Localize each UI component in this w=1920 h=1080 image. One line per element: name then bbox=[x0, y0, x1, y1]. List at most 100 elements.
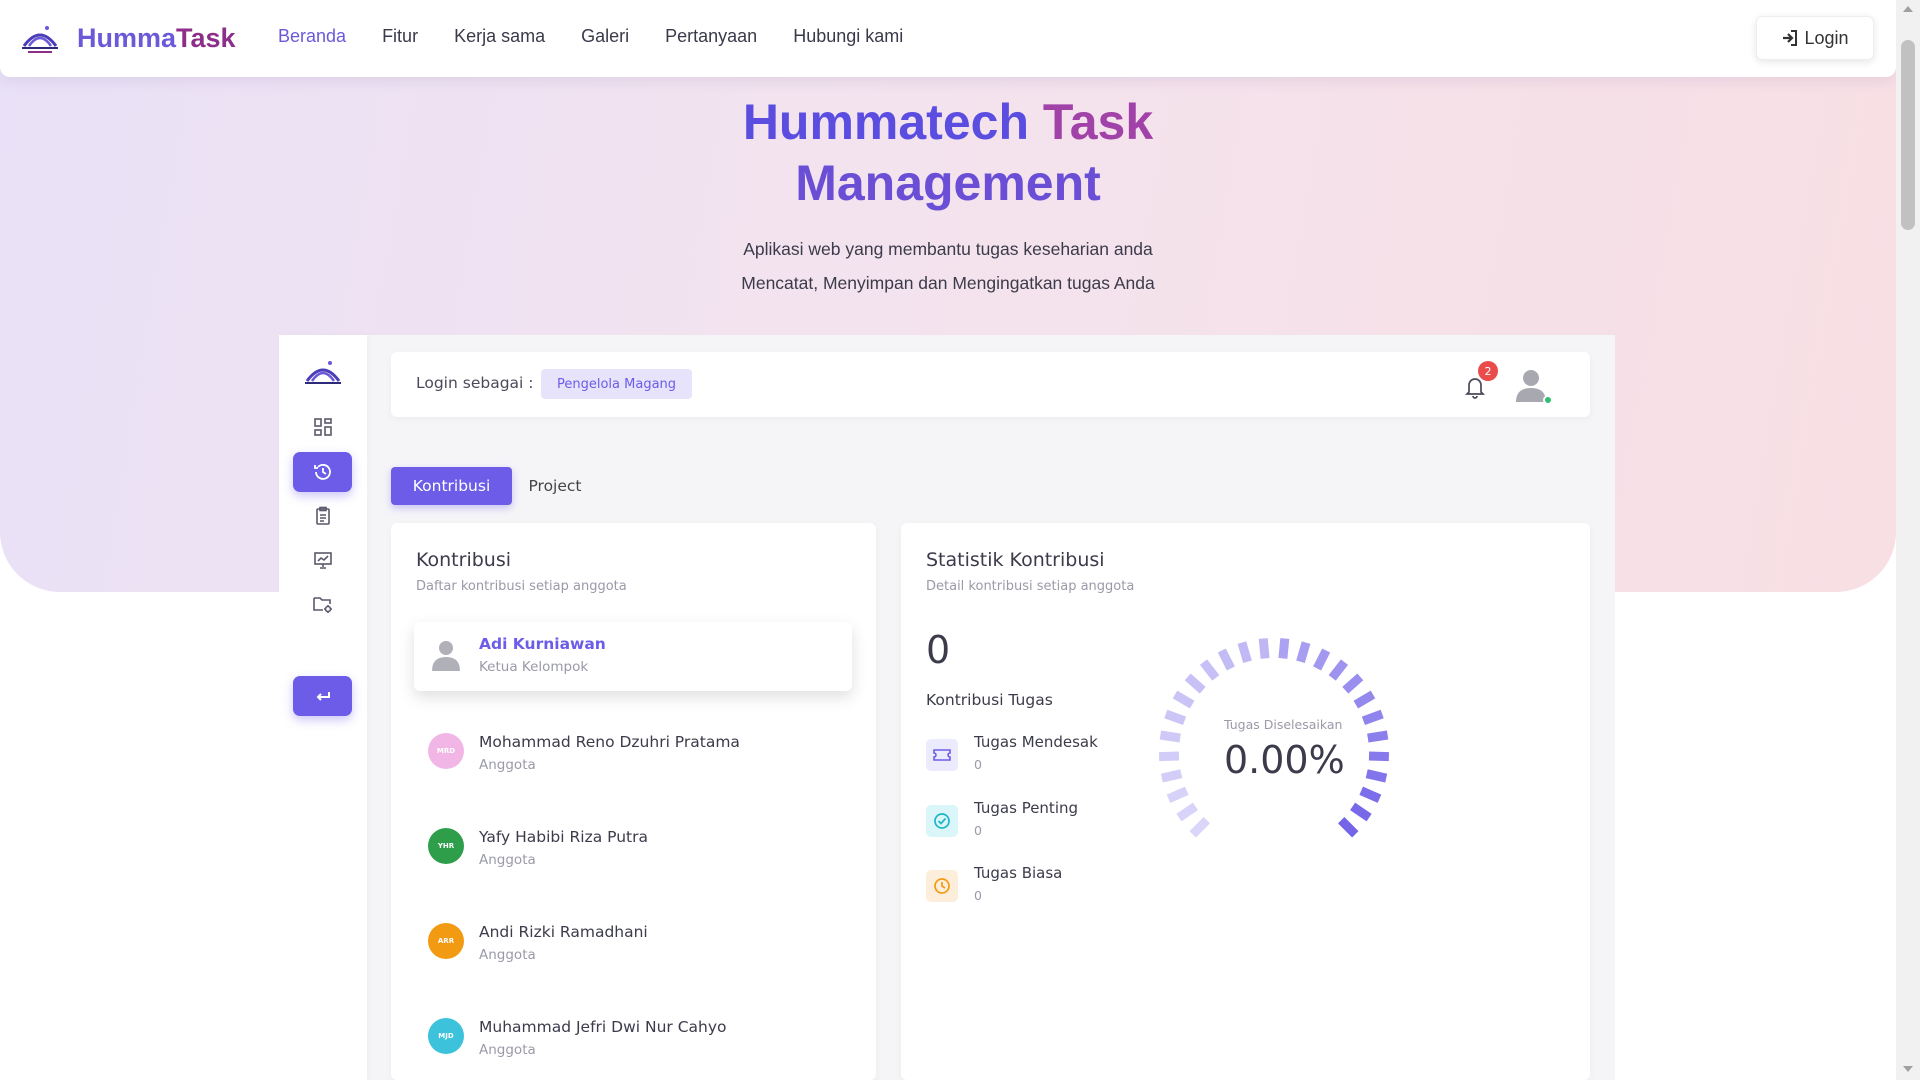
member-item[interactable]: MRD Mohammad Reno Dzuhri Pratama Anggota bbox=[414, 713, 852, 783]
sidebar-presentation-button[interactable] bbox=[293, 540, 352, 580]
tab-project[interactable]: Project bbox=[512, 467, 598, 505]
task-row-penting: Tugas Penting 0 bbox=[926, 799, 1126, 849]
brand-name: HummaTask bbox=[77, 23, 236, 54]
member-name: Yafy Habibi Riza Putra bbox=[479, 828, 648, 846]
member-avatar: YHR bbox=[428, 828, 464, 864]
tab-kontribusi[interactable]: Kontribusi bbox=[391, 467, 512, 505]
page-scrollbar[interactable] bbox=[1896, 0, 1920, 1080]
task-value: 0 bbox=[974, 888, 982, 903]
online-status-dot bbox=[1543, 395, 1553, 405]
notification-count-badge: 2 bbox=[1478, 361, 1498, 381]
sidebar-history-button[interactable] bbox=[293, 452, 352, 492]
gauge-segment bbox=[1189, 817, 1210, 838]
sidebar-folder-settings-button[interactable] bbox=[293, 584, 352, 624]
gauge-segment bbox=[1342, 673, 1364, 694]
hero-title-line2: Management bbox=[795, 155, 1101, 211]
scrollbar-thumb[interactable] bbox=[1901, 40, 1915, 230]
hummatask-logo-icon bbox=[305, 361, 341, 384]
hero-title-part2: Task bbox=[1042, 94, 1154, 150]
member-avatar-placeholder-icon bbox=[432, 641, 460, 671]
hero-title-part1: Hummatech bbox=[742, 94, 1029, 150]
member-item[interactable]: ARR Andi Rizki Ramadhani Anggota bbox=[414, 903, 852, 973]
return-arrow-icon bbox=[316, 692, 330, 701]
task-row-biasa: Tugas Biasa 0 bbox=[926, 864, 1126, 914]
gauge-segment bbox=[1278, 638, 1290, 659]
task-row-mendesak: Tugas Mendesak 0 bbox=[926, 733, 1126, 783]
gauge-segment bbox=[1350, 802, 1372, 822]
history-icon bbox=[313, 464, 331, 480]
member-role: Anggota bbox=[479, 757, 536, 773]
member-role: Anggota bbox=[479, 947, 536, 963]
gauge-segment bbox=[1361, 709, 1384, 726]
dashboard-topbar: Login sebagai : Pengelola Magang 2 bbox=[391, 352, 1590, 417]
sidebar-clipboard-button[interactable] bbox=[293, 496, 352, 536]
sidebar-back-button[interactable] bbox=[293, 676, 352, 716]
sidebar-dashboard-button[interactable] bbox=[293, 407, 352, 447]
contributions-title: Kontribusi bbox=[416, 549, 511, 571]
total-contribution-value: 0 bbox=[926, 628, 951, 672]
gauge-segment bbox=[1313, 648, 1331, 671]
hero-subtitle-line1: Aplikasi web yang membantu tugas kesehar… bbox=[743, 239, 1153, 259]
hero-title: Hummatech Task Management bbox=[0, 92, 1896, 214]
member-avatar: ARR bbox=[428, 923, 464, 959]
gauge-caption: Tugas Diselesaikan bbox=[1224, 717, 1343, 732]
task-name: Tugas Mendesak bbox=[974, 733, 1098, 751]
contributions-subtitle: Daftar kontribusi setiap anggota bbox=[416, 579, 627, 594]
member-role: Anggota bbox=[479, 1042, 536, 1058]
member-name: Adi Kurniawan bbox=[479, 635, 606, 653]
dashboard-preview: Login sebagai : Pengelola Magang 2 Kontr… bbox=[279, 335, 1615, 1080]
gauge-segment bbox=[1176, 802, 1198, 822]
member-name: Muhammad Jefri Dwi Nur Cahyo bbox=[479, 1018, 727, 1036]
gauge-segment bbox=[1365, 769, 1388, 783]
nav-link-pertanyaan[interactable]: Pertanyaan bbox=[665, 26, 757, 47]
statistics-title: Statistik Kontribusi bbox=[926, 549, 1105, 571]
gauge-segment bbox=[1159, 730, 1181, 743]
nav-links: Beranda Fitur Kerja sama Galeri Pertanya… bbox=[278, 26, 939, 47]
brand-name-part2: Task bbox=[176, 22, 236, 53]
ticket-icon bbox=[926, 739, 958, 771]
member-name: Mohammad Reno Dzuhri Pratama bbox=[479, 733, 740, 751]
top-navbar: HummaTask Beranda Fitur Kerja sama Galer… bbox=[0, 0, 1896, 77]
task-value: 0 bbox=[974, 757, 982, 772]
task-name: Tugas Biasa bbox=[974, 864, 1063, 882]
gauge-segment bbox=[1237, 641, 1252, 664]
dashboard-sidebar bbox=[279, 335, 367, 1080]
scroll-down-arrow-icon[interactable] bbox=[1903, 1066, 1913, 1072]
member-avatar: MRD bbox=[428, 733, 464, 769]
hero-title-line1: Hummatech Task bbox=[0, 92, 1896, 153]
member-item[interactable]: MJD Muhammad Jefri Dwi Nur Cahyo Anggota bbox=[414, 998, 852, 1068]
member-role: Ketua Kelompok bbox=[479, 659, 589, 675]
gauge-segment bbox=[1353, 690, 1376, 709]
gauge-segment bbox=[1172, 690, 1195, 709]
scroll-up-arrow-icon[interactable] bbox=[1903, 6, 1913, 12]
login-button[interactable]: Login bbox=[1756, 16, 1874, 60]
member-item[interactable]: YHR Yafy Habibi Riza Putra Anggota bbox=[414, 808, 852, 878]
member-item-highlighted[interactable]: Adi Kurniawan Ketua Kelompok bbox=[414, 622, 852, 691]
nav-link-beranda[interactable]: Beranda bbox=[278, 26, 346, 47]
nav-link-galeri[interactable]: Galeri bbox=[581, 26, 629, 47]
hero-subtitle-line2: Mencatat, Menyimpan dan Mengingatkan tug… bbox=[741, 273, 1155, 293]
gauge-segment bbox=[1328, 659, 1349, 681]
member-name: Andi Rizki Ramadhani bbox=[479, 923, 648, 941]
gauge-segment bbox=[1217, 648, 1235, 671]
gauge-segment bbox=[1184, 673, 1206, 694]
nav-link-fitur[interactable]: Fitur bbox=[382, 26, 418, 47]
nav-link-hubungi-kami[interactable]: Hubungi kami bbox=[793, 26, 903, 47]
check-circle-icon bbox=[926, 805, 958, 837]
contributions-card: Kontribusi Daftar kontribusi setiap angg… bbox=[391, 523, 876, 1080]
login-icon bbox=[1783, 30, 1798, 46]
login-as-label: Login sebagai : bbox=[416, 374, 534, 392]
login-button-label: Login bbox=[1804, 27, 1849, 48]
folder-settings-icon bbox=[312, 597, 332, 613]
statistics-subtitle: Detail kontribusi setiap anggota bbox=[926, 579, 1135, 594]
gauge-segment bbox=[1164, 709, 1187, 726]
gauge-segment bbox=[1258, 638, 1270, 659]
gauge-segment bbox=[1199, 659, 1220, 681]
gauge-segment bbox=[1158, 751, 1180, 762]
statistics-card: Statistik Kontribusi Detail kontribusi s… bbox=[901, 523, 1590, 1080]
total-contribution-label: Kontribusi Tugas bbox=[926, 691, 1053, 709]
brand[interactable]: HummaTask bbox=[20, 18, 236, 58]
gauge-segment bbox=[1166, 786, 1189, 803]
nav-link-kerja-sama[interactable]: Kerja sama bbox=[454, 26, 545, 47]
member-avatar: MJD bbox=[428, 1018, 464, 1054]
